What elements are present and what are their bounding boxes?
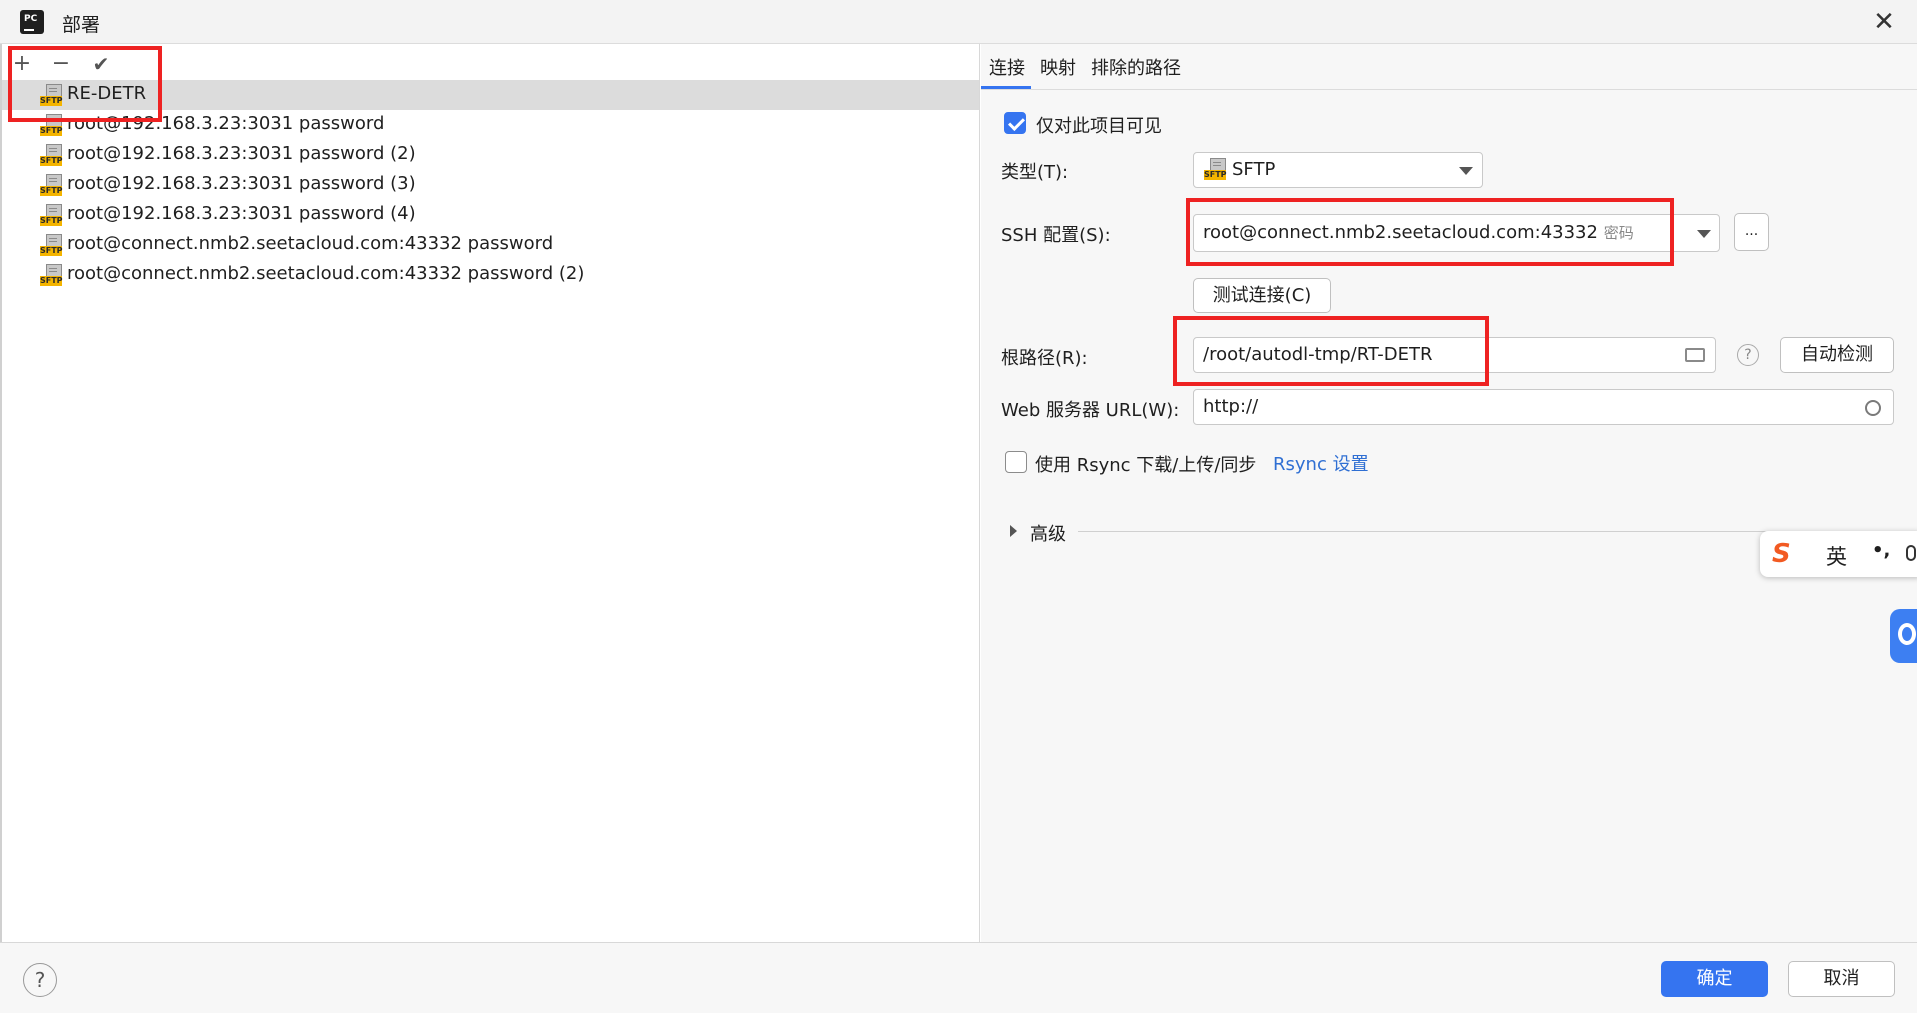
type-select[interactable]: SFTP SFTP bbox=[1193, 152, 1483, 188]
help-icon[interactable]: ? bbox=[1737, 344, 1759, 366]
sftp-icon: SFTP bbox=[40, 264, 63, 286]
server-item-label: root@connect.nmb2.seetacloud.com:43332 p… bbox=[67, 233, 554, 254]
server-item-label: root@192.168.3.23:3031 password (2) bbox=[67, 143, 416, 164]
folder-icon[interactable] bbox=[1685, 348, 1705, 362]
chevron-down-icon bbox=[1459, 167, 1473, 175]
visible-only-checkbox[interactable] bbox=[1004, 112, 1026, 134]
test-connection-button[interactable]: 测试连接(C) bbox=[1193, 278, 1331, 313]
type-label: 类型(T): bbox=[1001, 162, 1069, 183]
chevron-down-icon bbox=[1697, 230, 1711, 238]
active-tab-indicator bbox=[981, 86, 1031, 89]
sftp-icon: SFTP bbox=[1204, 158, 1227, 180]
ime-punctuation-toggle[interactable]: •, bbox=[1872, 540, 1890, 561]
ime-toolbar[interactable]: S 英 •, bbox=[1760, 531, 1917, 577]
help-icon[interactable]: ? bbox=[23, 963, 57, 997]
advanced-section-toggle[interactable]: 高级 bbox=[1030, 520, 1066, 546]
close-icon[interactable]: ✕ bbox=[1868, 6, 1900, 38]
server-item-label: root@192.168.3.23:3031 password (4) bbox=[67, 203, 416, 224]
globe-icon[interactable] bbox=[1865, 400, 1881, 416]
sogou-logo-icon: S bbox=[1772, 539, 1791, 569]
title-bar bbox=[0, 0, 1917, 44]
window-title: 部署 bbox=[62, 14, 101, 36]
tabs-separator bbox=[981, 89, 1917, 90]
dialog-footer bbox=[0, 942, 1917, 1013]
cancel-button[interactable]: 取消 bbox=[1788, 961, 1895, 997]
web-url-label: Web 服务器 URL(W): bbox=[1001, 400, 1180, 421]
annotation-highlight-box bbox=[8, 46, 162, 122]
mic-icon[interactable] bbox=[1906, 545, 1916, 561]
ssh-config-browse-button[interactable]: ... bbox=[1734, 213, 1769, 251]
autodetect-button[interactable]: 自动检测 bbox=[1780, 337, 1894, 373]
rsync-label: 使用 Rsync 下载/上传/同步 bbox=[1035, 455, 1257, 476]
web-url-input[interactable]: http:// bbox=[1193, 389, 1894, 425]
sftp-icon: SFTP bbox=[40, 144, 63, 166]
pycharm-app-icon: PC bbox=[17, 7, 47, 37]
root-path-label: 根路径(R): bbox=[1001, 348, 1088, 369]
sftp-icon: SFTP bbox=[40, 204, 63, 226]
chevron-right-icon[interactable] bbox=[1010, 525, 1017, 537]
web-url-value: http:// bbox=[1203, 396, 1259, 417]
server-item-label: root@192.168.3.23:3031 password (3) bbox=[67, 173, 416, 194]
tab-excluded-paths[interactable]: 排除的路径 bbox=[1091, 54, 1181, 80]
annotation-highlight-box bbox=[1186, 198, 1674, 266]
side-float-widget-icon[interactable] bbox=[1890, 609, 1917, 663]
visible-only-label: 仅对此项目可见 bbox=[1036, 116, 1162, 137]
tab-mappings[interactable]: 映射 bbox=[1040, 54, 1076, 80]
tab-connection[interactable]: 连接 bbox=[989, 54, 1025, 80]
rsync-checkbox[interactable] bbox=[1005, 451, 1027, 473]
advanced-separator bbox=[1078, 531, 1838, 532]
server-item-label: root@connect.nmb2.seetacloud.com:43332 p… bbox=[67, 263, 585, 284]
sftp-icon: SFTP bbox=[40, 234, 63, 256]
sftp-icon: SFTP bbox=[40, 174, 63, 196]
type-value: SFTP bbox=[1232, 159, 1276, 180]
ok-button[interactable]: 确定 bbox=[1661, 961, 1768, 997]
rsync-settings-link[interactable]: Rsync 设置 bbox=[1273, 450, 1369, 476]
ime-language-toggle[interactable]: 英 bbox=[1826, 541, 1847, 571]
ssh-config-label: SSH 配置(S): bbox=[1001, 225, 1111, 246]
annotation-highlight-box bbox=[1173, 316, 1489, 386]
